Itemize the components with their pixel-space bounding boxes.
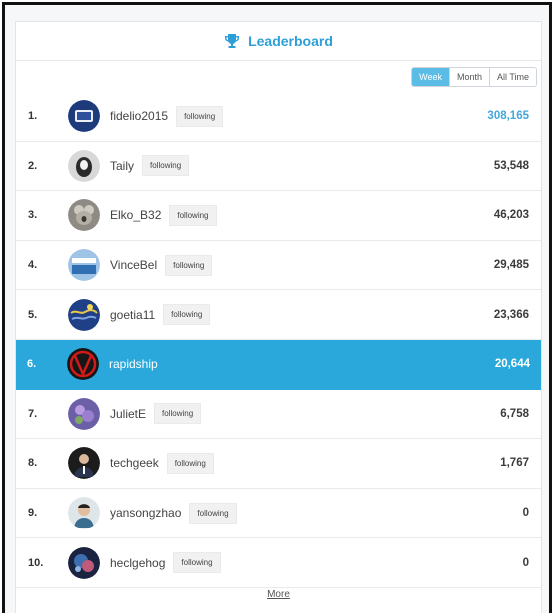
rank-number: 1. bbox=[28, 110, 38, 123]
score: 20,644 bbox=[494, 358, 530, 371]
username[interactable]: Elko_B32 bbox=[110, 208, 161, 222]
avatar[interactable] bbox=[68, 546, 100, 579]
score: 53,548 bbox=[493, 159, 529, 172]
following-badge: following bbox=[169, 204, 217, 226]
following-badge: following bbox=[173, 552, 221, 574]
rank-number: 5. bbox=[28, 308, 38, 321]
period-tabs: Week Month All Time bbox=[411, 66, 537, 87]
rank-number: 4. bbox=[28, 259, 38, 272]
avatar[interactable] bbox=[68, 100, 100, 133]
rank-number: 6. bbox=[27, 358, 37, 371]
leaderboard-row-current-user[interactable]: 6. rapidship 20,644 bbox=[16, 339, 541, 390]
leaderboard-list: 1. fidelio2015 following 308,165 2. Tail… bbox=[16, 92, 541, 588]
leaderboard-row[interactable]: 9. yansongzhao following 0 bbox=[16, 489, 541, 539]
rank-number: 9. bbox=[28, 507, 38, 520]
following-badge: following bbox=[176, 105, 224, 127]
rank-number: 10. bbox=[28, 556, 44, 569]
following-badge: following bbox=[142, 155, 190, 177]
tab-month[interactable]: Month bbox=[449, 67, 490, 86]
avatar[interactable] bbox=[68, 149, 100, 182]
leaderboard-row[interactable]: 10. heclgehog following 0 bbox=[16, 538, 541, 588]
leaderboard-row[interactable]: 1. fidelio2015 following 308,165 bbox=[16, 92, 541, 142]
avatar[interactable] bbox=[67, 348, 99, 381]
score: 23,366 bbox=[493, 308, 529, 321]
username[interactable]: JulietE bbox=[110, 407, 146, 421]
trophy-icon bbox=[225, 34, 240, 48]
score: 0 bbox=[522, 507, 529, 520]
period-tabs-bar: Week Month All Time bbox=[16, 61, 541, 92]
leaderboard-row[interactable]: 2. Taily following 53,548 bbox=[16, 142, 541, 192]
avatar[interactable] bbox=[68, 298, 100, 331]
leaderboard-row[interactable]: 3. Elko_B32 following 46,203 bbox=[16, 191, 541, 241]
following-badge: following bbox=[163, 304, 211, 326]
rank-number: 3. bbox=[28, 209, 38, 222]
username[interactable]: Taily bbox=[110, 159, 134, 173]
leaderboard-header: Leaderboard bbox=[16, 22, 541, 61]
score: 29,485 bbox=[493, 259, 529, 272]
username[interactable]: techgeek bbox=[110, 456, 159, 470]
following-badge: following bbox=[166, 452, 214, 474]
avatar[interactable] bbox=[68, 249, 100, 282]
leaderboard-row[interactable]: 4. VinceBel following 29,485 bbox=[16, 241, 541, 291]
leaderboard-title: Leaderboard bbox=[248, 33, 333, 49]
avatar[interactable] bbox=[68, 199, 100, 232]
score: 1,767 bbox=[500, 457, 529, 470]
tab-all-time[interactable]: All Time bbox=[489, 67, 536, 86]
score: 6,758 bbox=[500, 407, 529, 420]
username[interactable]: rapidship bbox=[109, 357, 158, 371]
username[interactable]: goetia11 bbox=[110, 308, 155, 322]
rank-number: 8. bbox=[28, 457, 38, 470]
leaderboard-row[interactable]: 5. goetia11 following 23,366 bbox=[16, 290, 541, 340]
username[interactable]: heclgehog bbox=[110, 556, 165, 570]
leaderboard-row[interactable]: 8. techgeek following 1,767 bbox=[16, 439, 541, 489]
following-badge: following bbox=[154, 403, 202, 425]
username[interactable]: VinceBel bbox=[110, 258, 157, 272]
username[interactable]: fidelio2015 bbox=[110, 109, 168, 123]
rank-number: 2. bbox=[28, 159, 38, 172]
username[interactable]: yansongzhao bbox=[110, 506, 181, 520]
score: 46,203 bbox=[493, 209, 529, 222]
avatar[interactable] bbox=[68, 497, 100, 530]
tab-week[interactable]: Week bbox=[412, 67, 450, 86]
avatar[interactable] bbox=[68, 447, 100, 480]
score: 0 bbox=[522, 556, 529, 569]
score: 308,165 bbox=[487, 110, 529, 123]
more-link[interactable]: More bbox=[16, 589, 541, 600]
leaderboard-panel: Leaderboard Week Month All Time 1. fidel… bbox=[15, 21, 542, 613]
following-badge: following bbox=[189, 502, 237, 524]
leaderboard-row[interactable]: 7. JulietE following 6,758 bbox=[16, 390, 541, 440]
rank-number: 7. bbox=[28, 407, 38, 420]
following-badge: following bbox=[165, 254, 213, 276]
avatar[interactable] bbox=[68, 397, 100, 430]
